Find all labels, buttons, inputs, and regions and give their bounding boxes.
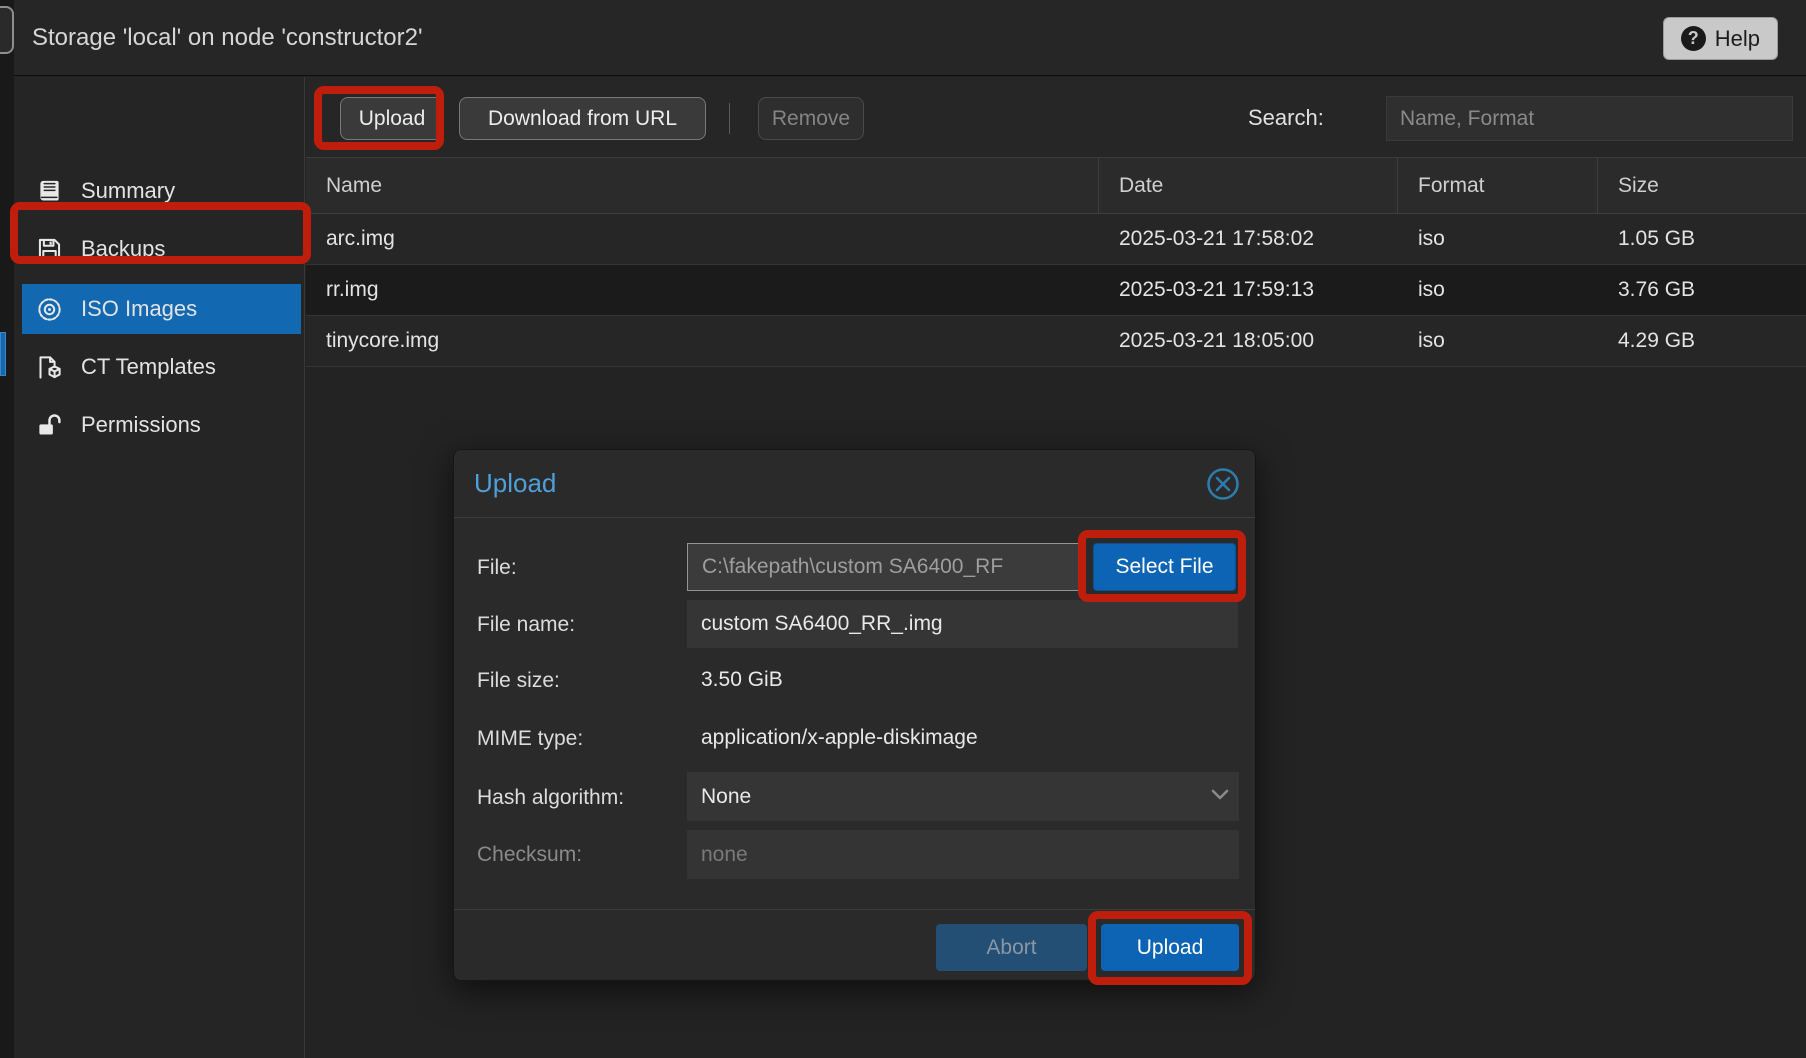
chevron-down-icon (1210, 788, 1230, 802)
table-row[interactable]: arc.img 2025-03-21 17:58:02 iso 1.05 GB (306, 214, 1806, 265)
disc-icon (36, 296, 63, 323)
sidebar: Summary Backups ISO Images (14, 77, 305, 1058)
select-file-button[interactable]: Select File (1093, 543, 1236, 591)
dialog-footer-separator (454, 909, 1255, 910)
help-icon: ? (1681, 26, 1706, 51)
sidebar-item-label: Summary (81, 178, 175, 204)
cell-date: 2025-03-21 18:05:00 (1099, 316, 1398, 366)
sidebar-item-ct-templates[interactable]: CT Templates (22, 342, 301, 392)
mime-type-value: application/x-apple-diskimage (701, 714, 978, 762)
file-name-label: File name: (477, 613, 575, 637)
remove-button[interactable]: Remove (758, 97, 864, 140)
column-header-name[interactable]: Name (306, 158, 1099, 214)
download-from-url-button[interactable]: Download from URL (459, 97, 706, 140)
lock-open-icon (36, 412, 63, 439)
hash-algorithm-label: Hash algorithm: (477, 786, 624, 810)
cell-format: iso (1398, 316, 1598, 366)
checksum-input[interactable]: none (687, 830, 1239, 879)
file-size-label: File size: (477, 669, 560, 693)
cell-name: arc.img (306, 214, 1099, 264)
column-header-format[interactable]: Format (1398, 158, 1598, 214)
search-input[interactable]: Name, Format (1386, 96, 1793, 141)
floppy-icon (36, 236, 63, 263)
sidebar-item-label: ISO Images (81, 296, 197, 322)
file-name-input[interactable]: custom SA6400_RR_.img (687, 600, 1238, 648)
sidebar-item-summary[interactable]: Summary (22, 166, 301, 216)
file-cube-icon (36, 354, 63, 381)
help-button[interactable]: ? Help (1663, 17, 1778, 60)
cell-format: iso (1398, 214, 1598, 264)
cell-date: 2025-03-21 17:58:02 (1099, 214, 1398, 264)
search-label: Search: (1248, 77, 1324, 158)
cell-date: 2025-03-21 17:59:13 (1099, 265, 1398, 315)
cell-format: iso (1398, 265, 1598, 315)
dialog-upload-button[interactable]: Upload (1101, 924, 1239, 971)
mime-type-label: MIME type: (477, 727, 583, 751)
title-bar: Storage 'local' on node 'constructor2' ?… (14, 0, 1806, 76)
toolbar-separator (729, 103, 730, 134)
dialog-title: Upload (474, 450, 556, 517)
cell-name: tinycore.img (306, 316, 1099, 366)
cell-size: 3.76 GB (1598, 265, 1806, 315)
file-size-value: 3.50 GiB (701, 656, 783, 704)
sidebar-item-label: CT Templates (81, 354, 216, 380)
hash-algorithm-select[interactable]: None (687, 772, 1239, 821)
column-header-size[interactable]: Size (1598, 158, 1806, 214)
file-label: File: (477, 556, 517, 580)
close-icon[interactable] (1204, 465, 1242, 503)
partial-panel-tab (0, 6, 14, 54)
cell-size: 1.05 GB (1598, 214, 1806, 264)
sidebar-item-iso-images[interactable]: ISO Images (22, 284, 301, 334)
left-edge-strip (0, 0, 14, 1058)
column-header-date[interactable]: Date (1099, 158, 1398, 214)
table-row[interactable]: rr.img 2025-03-21 17:59:13 iso 3.76 GB (306, 265, 1806, 316)
page-title: Storage 'local' on node 'constructor2' (32, 0, 423, 76)
upload-button[interactable]: Upload (340, 97, 444, 140)
upload-dialog: Upload File: C:\fakepath\custom SA6400_R… (453, 449, 1256, 981)
toolbar: Upload Download from URL Remove Search: … (306, 77, 1806, 158)
book-icon (36, 178, 63, 205)
dialog-header-separator (454, 517, 1255, 518)
table-header-row: Name Date Format Size (306, 158, 1806, 214)
tree-selection-sliver (0, 332, 6, 376)
table-row[interactable]: tinycore.img 2025-03-21 18:05:00 iso 4.2… (306, 316, 1806, 367)
file-path-input[interactable]: C:\fakepath\custom SA6400_RF (687, 543, 1081, 591)
checksum-label: Checksum: (477, 843, 582, 867)
sidebar-item-permissions[interactable]: Permissions (22, 400, 301, 450)
iso-images-table: Name Date Format Size arc.img 2025-03-21… (306, 158, 1806, 367)
help-button-label: Help (1715, 26, 1760, 52)
sidebar-item-backups[interactable]: Backups (22, 224, 301, 274)
cell-name: rr.img (306, 265, 1099, 315)
cell-size: 4.29 GB (1598, 316, 1806, 366)
sidebar-item-label: Backups (81, 236, 165, 262)
proxmox-storage-screen: Storage 'local' on node 'constructor2' ?… (0, 0, 1806, 1058)
sidebar-item-label: Permissions (81, 412, 201, 438)
abort-button[interactable]: Abort (936, 924, 1087, 971)
